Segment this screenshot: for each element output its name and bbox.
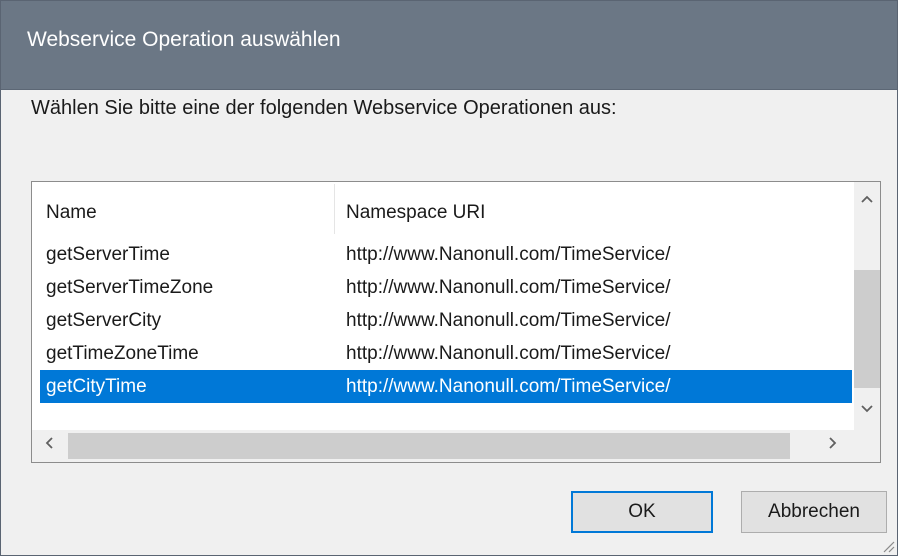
column-header-name[interactable]: Name bbox=[46, 182, 332, 238]
list-header: Name Namespace URI bbox=[32, 182, 854, 238]
vertical-scrollbar[interactable] bbox=[854, 182, 880, 430]
vertical-scroll-thumb[interactable] bbox=[854, 270, 880, 388]
list-row-selected[interactable]: getCityTime http://www.Nanonull.com/Time… bbox=[40, 370, 852, 403]
chevron-up-icon[interactable] bbox=[854, 190, 880, 210]
operation-namespace: http://www.Nanonull.com/TimeService/ bbox=[346, 376, 671, 397]
horizontal-scrollbar[interactable] bbox=[32, 430, 854, 462]
chevron-down-icon[interactable] bbox=[854, 400, 880, 420]
operations-list[interactable]: Name Namespace URI getServerTime http://… bbox=[31, 181, 881, 463]
ok-button[interactable]: OK bbox=[571, 491, 713, 533]
scrollbar-corner bbox=[854, 430, 880, 462]
column-separator[interactable] bbox=[334, 184, 335, 234]
operation-select-dialog: Webservice Operation auswählen Wählen Si… bbox=[0, 0, 898, 556]
operation-name: getCityTime bbox=[46, 376, 147, 397]
prompt-text: Wählen Sie bitte eine der folgenden Webs… bbox=[31, 97, 617, 119]
cancel-button[interactable]: Abbrechen bbox=[741, 491, 887, 533]
operation-namespace: http://www.Nanonull.com/TimeService/ bbox=[346, 277, 671, 298]
list-row[interactable]: getServerTime http://www.Nanonull.com/Ti… bbox=[40, 238, 852, 271]
dialog-title: Webservice Operation auswählen bbox=[27, 28, 341, 51]
list-row[interactable]: getServerTimeZone http://www.Nanonull.co… bbox=[40, 271, 852, 304]
operation-namespace: http://www.Nanonull.com/TimeService/ bbox=[346, 310, 671, 331]
resize-grip-icon[interactable] bbox=[881, 539, 895, 553]
horizontal-scroll-thumb[interactable] bbox=[68, 433, 790, 459]
operation-namespace: http://www.Nanonull.com/TimeService/ bbox=[346, 244, 671, 265]
chevron-left-icon[interactable] bbox=[36, 436, 62, 456]
operation-name: getServerCity bbox=[46, 310, 162, 331]
list-row[interactable]: getServerCity http://www.Nanonull.com/Ti… bbox=[40, 304, 852, 337]
operation-namespace: http://www.Nanonull.com/TimeService/ bbox=[346, 343, 671, 364]
operation-name: getServerTime bbox=[46, 244, 170, 265]
column-header-namespace[interactable]: Namespace URI bbox=[346, 182, 846, 238]
title-bar[interactable]: Webservice Operation auswählen bbox=[1, 1, 897, 90]
chevron-right-icon[interactable] bbox=[820, 436, 846, 456]
list-row[interactable]: getTimeZoneTime http://www.Nanonull.com/… bbox=[40, 337, 852, 370]
operation-name: getServerTimeZone bbox=[46, 277, 214, 298]
operation-name: getTimeZoneTime bbox=[46, 343, 199, 364]
